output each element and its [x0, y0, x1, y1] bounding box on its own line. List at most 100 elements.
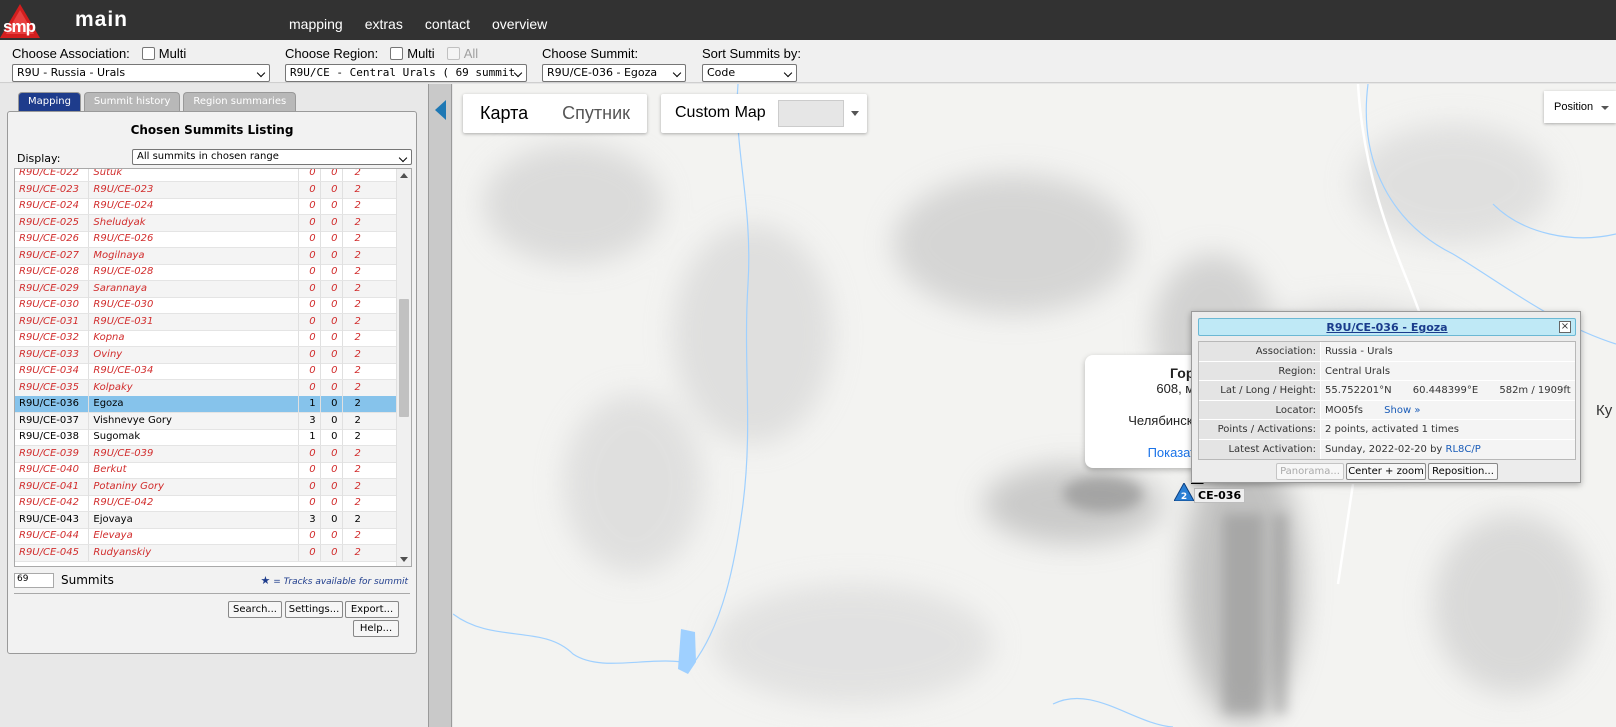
help-button[interactable]: Help...: [353, 620, 399, 637]
table-row[interactable]: R9U/CE-045 Rudyanskiy 0 0 2: [15, 544, 397, 562]
map-view[interactable]: Карта Спутник Custom Map Position Гора Е…: [453, 84, 1616, 727]
table-row[interactable]: R9U/CE-039 R9U/CE-039 0 0 2: [15, 445, 397, 463]
region-select[interactable]: R9U/CE - Central Urals ( 69 summit: [285, 64, 527, 82]
summit-activations-cell: 0: [321, 429, 343, 445]
summit-count-cell: 2: [354, 414, 361, 426]
summit-count-cell: 2: [354, 299, 361, 310]
table-row[interactable]: R9U/CE-037 Vishnevye Gory 3 0 2: [15, 412, 397, 430]
summit-activations-cell: 0: [321, 330, 343, 346]
table-row[interactable]: R9U/CE-032 Kopna 0 0 2: [15, 330, 397, 347]
reposition-button[interactable]: Reposition...: [1428, 463, 1498, 480]
sort-select[interactable]: Code: [702, 64, 797, 82]
region-multi-checkbox[interactable]: [390, 46, 404, 60]
table-row[interactable]: R9U/CE-027 Mogilnaya 0 0 2: [15, 247, 397, 265]
map-type-control: Карта Спутник: [463, 94, 648, 133]
divider: [14, 593, 410, 594]
center-zoom-button[interactable]: Center + zoom: [1346, 463, 1426, 480]
summit-code-cell: R9U/CE-043: [15, 511, 90, 528]
summit-code-cell: R9U/CE-025: [15, 214, 90, 231]
tab-mapping[interactable]: Mapping: [18, 92, 81, 111]
table-row[interactable]: R9U/CE-033 Oviny 0 0 2: [15, 346, 397, 364]
position-dropdown[interactable]: Position: [1544, 91, 1616, 123]
table-row[interactable]: R9U/CE-023 R9U/CE-023 0 0 2: [15, 181, 397, 199]
activator-call-link[interactable]: RL8C/P: [1446, 444, 1481, 455]
summit-title-link[interactable]: R9U/CE-036 - Egoza: [1326, 321, 1447, 334]
nav-mapping[interactable]: mapping: [289, 16, 343, 32]
search-button[interactable]: Search...: [228, 601, 282, 618]
summit-points-cell: 0: [299, 231, 321, 247]
table-row[interactable]: R9U/CE-040 Berkut 0 0 2: [15, 462, 397, 479]
table-row[interactable]: R9U/CE-044 Elevaya 0 0 2: [15, 528, 397, 545]
summit-name-cell: R9U/CE-039: [89, 445, 299, 462]
summit-code-cell: R9U/CE-033: [15, 346, 90, 363]
collapse-left-icon[interactable]: [435, 100, 446, 120]
table-row[interactable]: R9U/CE-036 Egoza 1 0 2: [15, 396, 397, 413]
table-row[interactable]: R9U/CE-042 R9U/CE-042 0 0 2: [15, 495, 397, 512]
table-row[interactable]: R9U/CE-041 Potaniny Gory 0 0 2: [15, 478, 397, 496]
summit-points-cell: 0: [299, 297, 321, 313]
tab-summit-history[interactable]: Summit history: [83, 92, 181, 111]
show-locator-link[interactable]: Show »: [1384, 405, 1420, 416]
page-title: main: [75, 8, 129, 31]
table-row[interactable]: R9U/CE-034 R9U/CE-034 0 0 2: [15, 363, 397, 380]
display-select[interactable]: All summits in chosen range: [132, 149, 412, 165]
summit-code-cell: R9U/CE-040: [15, 462, 90, 478]
summit-points-cell: 0: [299, 169, 321, 181]
settings-button[interactable]: Settings...: [285, 601, 343, 618]
summit-marker[interactable]: 2: [1173, 481, 1195, 504]
table-row[interactable]: R9U/CE-031 R9U/CE-031 0 0 2: [15, 313, 397, 331]
nav-contact[interactable]: contact: [425, 16, 470, 32]
map-type-map[interactable]: Карта: [463, 94, 545, 133]
table-row[interactable]: R9U/CE-035 Kolpaky 0 0 2: [15, 379, 397, 397]
table-row[interactable]: R9U/CE-022 Sutuk 0 0 2: [15, 169, 397, 182]
summit-count-cell: 2: [354, 249, 361, 261]
site-logo[interactable]: smp: [0, 4, 40, 38]
summit-points-cell: 1: [299, 396, 321, 412]
summit-code-cell: R9U/CE-034: [15, 363, 90, 379]
main-nav: mapping extras contact overview: [289, 16, 547, 32]
summit-name-cell: R9U/CE-031: [89, 313, 299, 330]
association-multi-checkbox[interactable]: [141, 46, 155, 60]
summit-code-cell: R9U/CE-031: [15, 313, 90, 330]
detail-key: Points / Activations:: [1199, 420, 1321, 439]
summit-name-cell: Elevaya: [89, 528, 299, 544]
scroll-down-icon[interactable]: [400, 557, 408, 562]
tab-region-summaries[interactable]: Region summaries: [183, 92, 297, 111]
summit-activations-cell: 0: [321, 495, 343, 511]
table-row[interactable]: R9U/CE-029 Sarannaya 0 0 2: [15, 280, 397, 298]
table-row[interactable]: R9U/CE-038 Sugomak 1 0 2: [15, 429, 397, 446]
map-type-satellite[interactable]: Спутник: [545, 94, 647, 133]
nav-overview[interactable]: overview: [492, 16, 547, 32]
summit-name-cell: R9U/CE-024: [89, 198, 299, 214]
table-scrollbar[interactable]: [396, 169, 411, 566]
scroll-up-icon[interactable]: [400, 173, 408, 178]
summit-name-cell: Mogilnaya: [89, 247, 299, 264]
table-row[interactable]: R9U/CE-026 R9U/CE-026 0 0 2: [15, 231, 397, 248]
summit-marker-label[interactable]: CE-036: [1194, 488, 1246, 503]
summit-points-cell: 0: [299, 181, 321, 198]
table-row[interactable]: R9U/CE-024 R9U/CE-024 0 0 2: [15, 198, 397, 215]
summit-activations-cell: 0: [321, 169, 343, 181]
chevron-down-icon[interactable]: [851, 111, 859, 116]
scroll-thumb[interactable]: [399, 299, 409, 417]
custom-map-control[interactable]: Custom Map: [661, 94, 867, 133]
summit-activations-cell: 0: [321, 544, 343, 561]
region-all-label: All: [463, 45, 479, 61]
table-row[interactable]: R9U/CE-025 Sheludyak 0 0 2: [15, 214, 397, 232]
close-icon[interactable]: ×: [1559, 321, 1571, 333]
summit-count-cell: 2: [354, 447, 361, 459]
table-row[interactable]: R9U/CE-030 R9U/CE-030 0 0 2: [15, 297, 397, 314]
latitude-value: 55.752201°N: [1325, 385, 1392, 396]
export-button[interactable]: Export...: [345, 601, 399, 618]
summit-select[interactable]: R9U/CE-036 - Egoza: [542, 64, 686, 82]
summit-points-cell: 3: [299, 412, 321, 429]
association-select[interactable]: R9U - Russia - Urals: [12, 64, 270, 82]
table-row[interactable]: R9U/CE-028 R9U/CE-028 0 0 2: [15, 264, 397, 281]
nav-extras[interactable]: extras: [365, 16, 403, 32]
summit-count-cell: 2: [354, 348, 361, 360]
table-row[interactable]: R9U/CE-043 Ejovaya 3 0 2: [15, 511, 397, 529]
custom-map-select[interactable]: [778, 100, 844, 127]
pane-splitter[interactable]: [428, 84, 452, 727]
summit-count-cell: 2: [354, 365, 361, 376]
summit-points-cell: 0: [299, 462, 321, 478]
